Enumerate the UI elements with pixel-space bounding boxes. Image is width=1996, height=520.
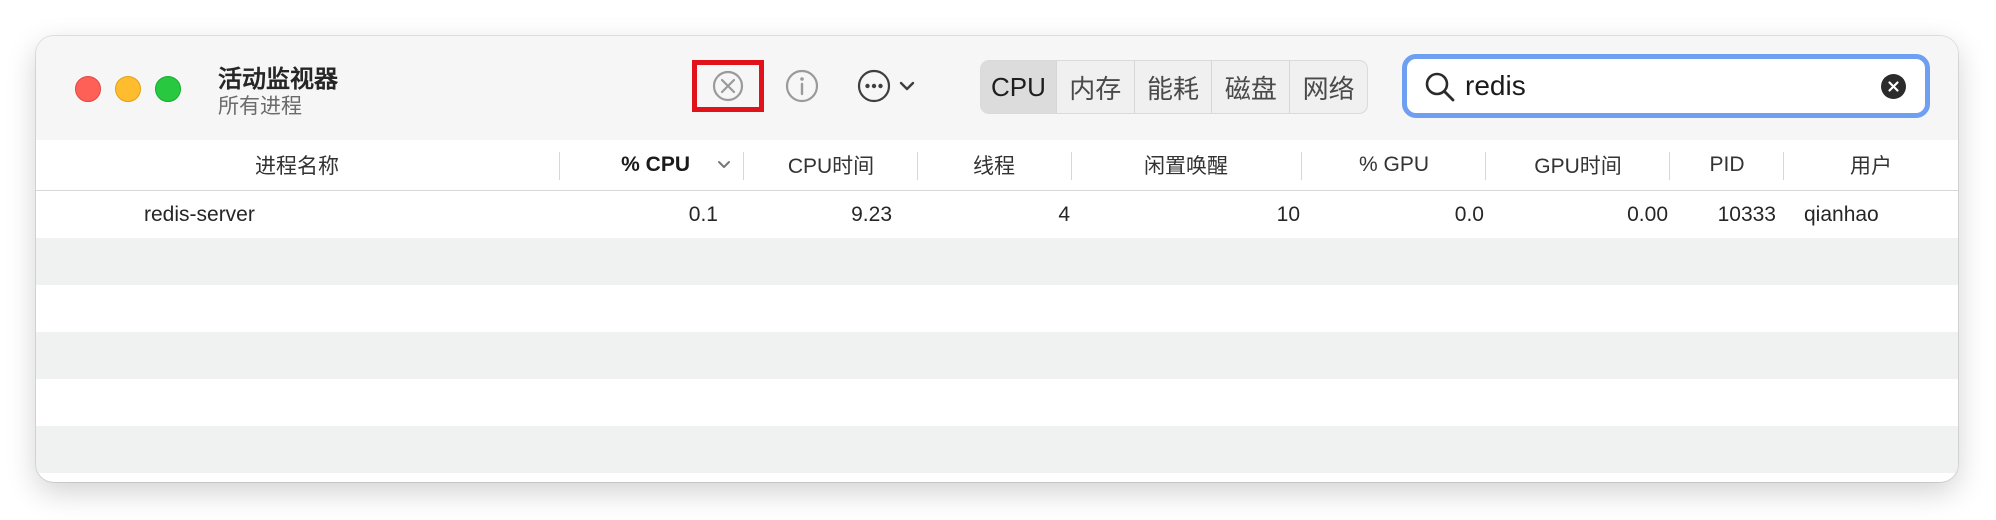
chevron-down-icon [899, 81, 915, 91]
stop-process-button[interactable] [692, 60, 764, 112]
table-row[interactable]: redis-server 0.1 9.23 4 10 0.0 0.00 1033… [36, 191, 1958, 238]
inspect-process-button[interactable] [782, 66, 822, 106]
cell-user: qianhao [1804, 202, 1879, 226]
zoom-window-button[interactable] [155, 76, 181, 102]
empty-row [36, 379, 1958, 426]
clear-search-button[interactable] [1881, 74, 1906, 99]
empty-row [36, 426, 1958, 473]
ellipsis-circle-icon [857, 69, 891, 103]
category-tabs: CPU 内存 能耗 磁盘 网络 [980, 60, 1368, 114]
column-header-idle-wakeups[interactable]: 闲置唤醒 [1072, 140, 1300, 190]
column-header-process-name[interactable]: 进程名称 [36, 140, 558, 190]
column-header-row: 进程名称 % CPU CPU时间 线程 闲置唤醒 % GPU GPU时间 PID… [36, 140, 1958, 191]
info-circle-icon [785, 69, 819, 103]
toolbar: 活动监视器 所有进程 CPU 内存 能耗 磁盘 网络 redis [36, 36, 1958, 141]
column-header-threads[interactable]: 线程 [918, 140, 1070, 190]
app-subtitle: 所有进程 [218, 95, 302, 118]
app-title: 活动监视器 [218, 66, 338, 93]
search-icon [1425, 72, 1455, 102]
close-window-button[interactable] [75, 76, 101, 102]
cell-cpu-percent: 0.1 [688, 202, 718, 226]
column-header-user[interactable]: 用户 [1784, 140, 1958, 190]
column-header-cpu-time[interactable]: CPU时间 [744, 140, 918, 190]
tab-network[interactable]: 网络 [1289, 61, 1367, 113]
empty-row [36, 238, 1958, 285]
cell-idle-wakeups: 10 [1276, 202, 1300, 226]
tab-disk[interactable]: 磁盘 [1211, 61, 1289, 113]
column-header-gpu-percent[interactable]: % GPU [1302, 140, 1486, 190]
cell-process-name: redis-server [144, 202, 255, 226]
activity-monitor-window: 活动监视器 所有进程 CPU 内存 能耗 磁盘 网络 redis 进程名称 % … [36, 36, 1958, 482]
search-field[interactable] [1402, 54, 1930, 118]
cell-gpu-percent: 0.0 [1454, 202, 1484, 226]
minimize-window-button[interactable] [115, 76, 141, 102]
empty-row [36, 285, 1958, 332]
tab-energy[interactable]: 能耗 [1133, 61, 1212, 113]
search-input[interactable] [1465, 67, 1865, 105]
xmark-circle-icon [712, 70, 744, 102]
cell-gpu-time: 0.00 [1627, 202, 1668, 226]
process-table: redis-server 0.1 9.23 4 10 0.0 0.00 1033… [36, 191, 1958, 473]
cell-pid: 10333 [1717, 202, 1776, 226]
tab-memory[interactable]: 内存 [1055, 61, 1134, 113]
column-header-pid[interactable]: PID [1670, 140, 1784, 190]
tab-cpu[interactable]: CPU [981, 61, 1056, 113]
more-actions-menu[interactable] [856, 66, 932, 106]
empty-row [36, 332, 1958, 379]
sort-descending-icon [718, 161, 730, 168]
column-header-gpu-time[interactable]: GPU时间 [1486, 140, 1670, 190]
clear-icon [1888, 81, 1899, 92]
cell-threads: 4 [1058, 202, 1070, 226]
cell-cpu-time: 9.23 [851, 202, 892, 226]
